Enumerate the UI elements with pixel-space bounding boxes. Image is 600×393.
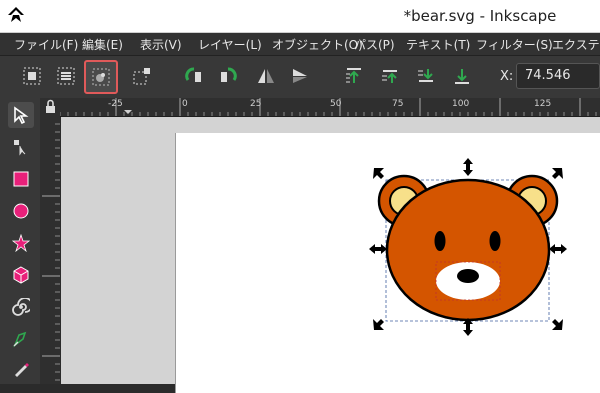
tool-box [0,98,41,384]
ruler-label: -25 [108,99,123,109]
deselect-icon[interactable] [128,62,156,90]
pencil-tool-icon[interactable] [8,356,34,382]
rotate-cw-icon[interactable] [214,62,242,90]
ruler-label: 100 [452,99,470,109]
flip-horizontal-icon[interactable] [252,62,280,90]
x-coordinate-label: X: [500,69,514,84]
menu-view[interactable]: 表示(V) [140,36,182,53]
lower-icon[interactable] [412,62,440,90]
ruler-label: 75 [392,99,404,109]
scale-handle-bottom-right[interactable] [552,319,563,330]
menu-layer[interactable]: レイヤー(L) [198,36,262,53]
ellipse-tool-icon[interactable] [8,198,34,224]
select-same-icon[interactable] [84,60,118,94]
menu-file[interactable]: ファイル(F) [14,36,78,53]
x-coordinate-input[interactable]: 74.546 [516,63,600,89]
star-tool-icon[interactable] [8,230,34,256]
select-all-layers-icon[interactable] [52,62,80,90]
scale-handle-top[interactable] [463,158,473,176]
ruler-ticks [42,123,60,381]
bear-right-eye[interactable] [489,231,501,251]
ruler-label: 0 [182,99,188,109]
node-tool-icon[interactable] [8,134,34,160]
scale-handle-right[interactable] [549,244,567,254]
lock-icon [46,99,55,113]
bear-nose[interactable] [457,269,479,283]
raise-to-top-icon[interactable] [340,62,368,90]
scale-handle-top-left[interactable] [373,168,384,179]
guide-lock-toggle[interactable] [40,98,60,116]
scale-handle-bottom-left[interactable] [373,319,384,330]
raise-icon[interactable] [376,62,404,90]
title-bar: *bear.svg - Inkscape [0,0,600,33]
menu-extensions[interactable]: エクステン [552,36,600,53]
menu-edit[interactable]: 編集(E) [82,36,123,53]
scale-handle-top-right[interactable] [552,168,563,179]
window-title: *bear.svg - Inkscape [403,7,557,25]
menu-filters[interactable]: フィルター(S) [476,36,553,53]
3d-box-tool-icon[interactable] [8,262,34,288]
menu-path[interactable]: パス(P) [354,36,395,53]
ruler-label: 125 [534,99,552,109]
bear-left-eye[interactable] [434,231,446,251]
ruler-label: 50 [330,99,342,109]
selector-icon[interactable] [8,102,34,128]
menu-text[interactable]: テキスト(T) [406,36,470,53]
vertical-ruler [40,116,60,384]
select-all-icon[interactable] [18,62,46,90]
ruler-label: 25 [250,99,262,109]
lower-to-bottom-icon[interactable] [448,62,476,90]
menu-object[interactable]: オブジェクト(O) [272,36,363,53]
spiral-tool-icon[interactable] [8,294,34,320]
flip-vertical-icon[interactable] [286,62,314,90]
horizontal-ruler: -25 0 25 50 75 100 125 [60,98,600,117]
scale-handle-left[interactable] [369,244,387,254]
command-toolbar: X: 74.546 [0,56,600,98]
menu-bar: ファイル(F) 編集(E) 表示(V) レイヤー(L) オブジェクト(O) パス… [0,33,600,56]
pen-tool-icon[interactable] [8,326,34,352]
rectangle-tool-icon[interactable] [8,166,34,192]
rotate-ccw-icon[interactable] [180,62,208,90]
bear-drawing[interactable] [360,155,600,345]
